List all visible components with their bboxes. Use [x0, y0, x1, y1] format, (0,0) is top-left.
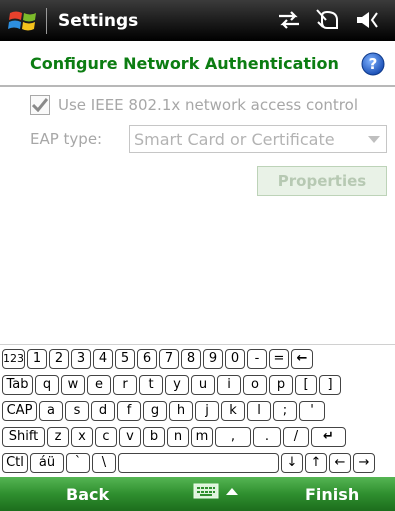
key-down[interactable]: ↓ — [281, 453, 303, 473]
title-bar: Settings — [0, 0, 395, 41]
key-open-bracket[interactable]: [ — [295, 375, 317, 395]
key-q[interactable]: q — [35, 375, 59, 395]
key-w[interactable]: w — [61, 375, 85, 395]
key-m[interactable]: m — [191, 427, 213, 447]
input-panel-button[interactable] — [193, 483, 239, 499]
finish-softkey[interactable]: Finish — [305, 485, 359, 504]
subtitle-divider — [0, 85, 395, 87]
back-softkey[interactable]: Back — [66, 485, 109, 504]
key-b[interactable]: b — [143, 427, 165, 447]
key-t[interactable]: t — [139, 375, 163, 395]
key-backspace[interactable]: ← — [291, 349, 313, 369]
key-i[interactable]: i — [217, 375, 241, 395]
key-y[interactable]: y — [165, 375, 189, 395]
key-backtick[interactable]: ` — [66, 453, 90, 473]
key-h[interactable]: h — [169, 401, 193, 421]
key-equals[interactable]: = — [269, 349, 289, 369]
eap-type-select[interactable]: Smart Card or Certificate — [129, 125, 387, 153]
key-0[interactable]: 0 — [225, 349, 245, 369]
key-z[interactable]: z — [47, 427, 69, 447]
ieee-checkbox-label: Use IEEE 802.1x network access control — [58, 96, 358, 114]
key-v[interactable]: v — [119, 427, 141, 447]
help-icon[interactable]: ? — [361, 52, 385, 76]
key-a[interactable]: a — [39, 401, 63, 421]
key-x[interactable]: x — [71, 427, 93, 447]
phone-off-icon[interactable] — [315, 8, 341, 32]
key-n[interactable]: n — [167, 427, 189, 447]
key-p[interactable]: p — [269, 375, 293, 395]
speaker-icon[interactable] — [355, 9, 381, 31]
key-ctrl[interactable]: Ctl — [2, 453, 28, 473]
key-tab[interactable]: Tab — [2, 375, 33, 395]
key-s[interactable]: s — [65, 401, 89, 421]
key-123[interactable]: 123 — [2, 349, 25, 369]
key-space[interactable] — [118, 453, 279, 473]
key-5[interactable]: 5 — [115, 349, 135, 369]
key-up[interactable]: ↑ — [305, 453, 327, 473]
key-9[interactable]: 9 — [203, 349, 223, 369]
key-3[interactable]: 3 — [71, 349, 91, 369]
key-j[interactable]: j — [195, 401, 219, 421]
key-1[interactable]: 1 — [27, 349, 47, 369]
key-8[interactable]: 8 — [181, 349, 201, 369]
key-7[interactable]: 7 — [159, 349, 179, 369]
key-shift[interactable]: Shift — [2, 427, 45, 447]
key-e[interactable]: e — [87, 375, 111, 395]
key-r[interactable]: r — [113, 375, 137, 395]
key-4[interactable]: 4 — [93, 349, 113, 369]
key-o[interactable]: o — [243, 375, 267, 395]
svg-text:?: ? — [369, 55, 378, 73]
key-comma[interactable]: , — [215, 427, 251, 447]
key-l[interactable]: l — [247, 401, 271, 421]
data-connection-icon[interactable] — [277, 9, 301, 31]
ieee-checkbox-row[interactable]: Use IEEE 802.1x network access control — [30, 95, 358, 115]
ieee-checkbox[interactable] — [30, 95, 50, 115]
key-g[interactable]: g — [143, 401, 167, 421]
page-subtitle: Configure Network Authentication ? — [0, 41, 395, 86]
key-f[interactable]: f — [117, 401, 141, 421]
properties-button[interactable]: Properties — [257, 166, 387, 196]
start-button[interactable] — [0, 0, 46, 41]
key-period[interactable]: . — [253, 427, 281, 447]
key-right[interactable]: → — [353, 453, 375, 473]
eap-type-label: EAP type: — [30, 130, 103, 148]
keyboard-icon — [193, 483, 219, 499]
key-k[interactable]: k — [221, 401, 245, 421]
key-2[interactable]: 2 — [49, 349, 69, 369]
app-title: Settings — [58, 10, 139, 31]
keyboard-row-4: Shift z x c v b n m , . / ↵ — [2, 427, 346, 447]
key-accents[interactable]: áü — [30, 453, 64, 473]
key-6[interactable]: 6 — [137, 349, 157, 369]
page-title: Configure Network Authentication — [30, 54, 339, 73]
status-icons[interactable] — [277, 8, 381, 32]
key-quote[interactable]: ' — [299, 401, 325, 421]
key-semicolon[interactable]: ; — [273, 401, 297, 421]
soft-keyboard[interactable]: 123 1 2 3 4 5 6 7 8 9 0 - = ← Tab q w e … — [0, 344, 395, 476]
key-u[interactable]: u — [191, 375, 215, 395]
key-minus[interactable]: - — [247, 349, 267, 369]
key-c[interactable]: c — [95, 427, 117, 447]
key-close-bracket[interactable]: ] — [319, 375, 341, 395]
key-caps[interactable]: CAP — [2, 401, 37, 421]
key-left[interactable]: ← — [329, 453, 351, 473]
chevron-up-icon — [226, 488, 238, 495]
key-d[interactable]: d — [91, 401, 115, 421]
title-separator — [46, 7, 47, 34]
keyboard-row-1: 123 1 2 3 4 5 6 7 8 9 0 - = ← — [2, 349, 313, 369]
windows-start-icon — [8, 11, 36, 30]
chevron-down-icon — [368, 136, 380, 143]
keyboard-row-2: Tab q w e r t y u i o p [ ] — [2, 375, 341, 395]
key-enter[interactable]: ↵ — [311, 427, 346, 447]
menu-bar: Back Finish — [0, 477, 395, 511]
checkmark-icon — [32, 98, 48, 112]
eap-type-value: Smart Card or Certificate — [134, 129, 335, 149]
key-slash[interactable]: / — [283, 427, 309, 447]
key-backslash[interactable]: \ — [92, 453, 116, 473]
keyboard-row-5: Ctl áü ` \ ↓ ↑ ← → — [2, 453, 375, 473]
keyboard-row-3: CAP a s d f g h j k l ; ' — [2, 401, 325, 421]
